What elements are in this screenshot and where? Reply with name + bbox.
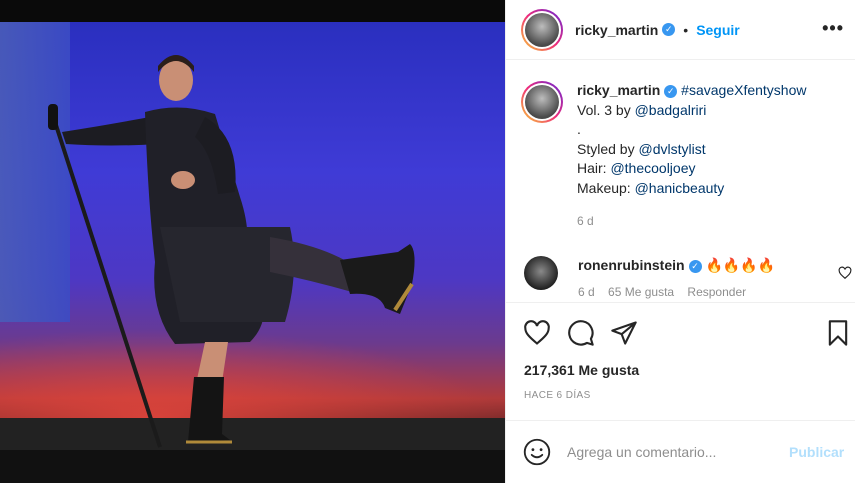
mention-stylist[interactable]: @dvlstylist xyxy=(638,141,705,157)
verified-icon: ✓ xyxy=(688,259,702,273)
reply-button[interactable]: Responder xyxy=(687,285,746,299)
comment-input[interactable] xyxy=(567,444,777,460)
action-bar xyxy=(506,302,855,362)
caption-username[interactable]: ricky_martin xyxy=(577,82,660,98)
comment-time[interactable]: 6 d xyxy=(578,285,595,299)
share-icon[interactable] xyxy=(610,319,638,347)
post-header: ricky_martin ✓ • Seguir ••• xyxy=(506,0,855,60)
post-caption: ricky_martin ✓ #savageXfentyshow Vol. 3 b… xyxy=(521,81,851,232)
mention-badgalriri[interactable]: @badgalriri xyxy=(635,102,707,118)
commenter-avatar[interactable] xyxy=(524,256,558,290)
caption-styled-by: Styled by xyxy=(577,140,639,157)
comment-icon[interactable] xyxy=(567,319,595,347)
comment-likes[interactable]: 65 Me gusta xyxy=(608,285,674,299)
mention-hair[interactable]: @thecooljoey xyxy=(610,160,695,176)
author-username[interactable]: ricky_martin xyxy=(575,22,658,38)
more-icon[interactable]: ••• xyxy=(822,18,844,39)
post-date[interactable]: HACE 6 DÍAS xyxy=(524,390,591,401)
commenter-username[interactable]: ronenrubinstein xyxy=(578,257,685,273)
comment-item: ronenrubinstein ✓ 🔥🔥🔥🔥 6 d 65 Me gusta Re… xyxy=(524,256,854,301)
comment-text: 🔥🔥🔥🔥 xyxy=(705,257,776,273)
comments-list[interactable]: ricky_martin ✓ #savageXfentyshow Vol. 3 b… xyxy=(506,61,855,301)
hashtag-link[interactable]: #savageXfentyshow xyxy=(681,82,806,98)
emoji-icon[interactable] xyxy=(523,438,551,466)
header-separator: • xyxy=(683,21,689,38)
author-avatar[interactable] xyxy=(521,8,563,51)
caption-avatar[interactable] xyxy=(521,81,563,123)
post-photo[interactable] xyxy=(0,22,505,450)
caption-dot: . xyxy=(577,121,581,137)
caption-avatar-image xyxy=(525,85,559,119)
follow-button[interactable]: Seguir xyxy=(696,22,740,38)
media-bottom-strip xyxy=(0,450,505,483)
caption-makeup: Makeup: xyxy=(577,179,635,196)
performer-figure xyxy=(48,55,415,448)
caption-text: ricky_martin ✓ #savageXfentyshow Vol. 3 b… xyxy=(577,81,806,232)
comment-meta: 6 d 65 Me gusta Responder xyxy=(578,283,775,301)
publish-button[interactable]: Publicar xyxy=(789,444,844,460)
verified-icon: ✓ xyxy=(664,84,678,98)
comment-like-heart-icon[interactable] xyxy=(838,266,852,280)
bookmark-icon[interactable] xyxy=(824,319,852,347)
post-side-panel: ricky_martin ✓ • Seguir ••• ricky_martin… xyxy=(505,0,855,483)
verified-icon: ✓ xyxy=(662,23,676,36)
add-comment-bar: Publicar xyxy=(506,420,855,483)
author-avatar-image xyxy=(525,12,559,47)
caption-hair: Hair: xyxy=(577,160,611,176)
post-media xyxy=(0,0,505,483)
likes-count[interactable]: 217,361 Me gusta xyxy=(524,362,639,378)
heart-icon[interactable] xyxy=(523,319,551,347)
caption-time[interactable]: 6 d xyxy=(577,212,806,232)
mention-makeup[interactable]: @hanicbeauty xyxy=(635,180,725,196)
caption-line1: Vol. 3 by xyxy=(577,101,635,118)
